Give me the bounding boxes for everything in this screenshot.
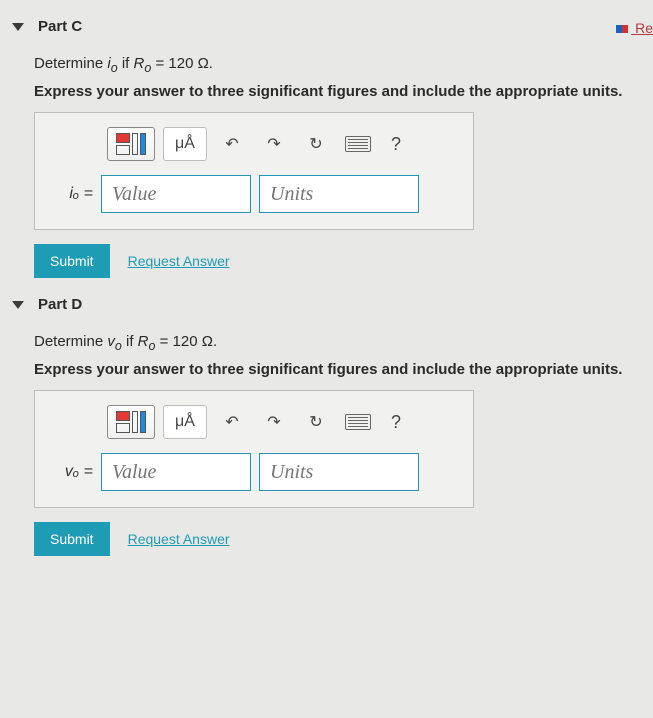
part-c-instruction: Express your answer to three significant… [34,83,653,100]
reset-icon[interactable]: ↻ [299,127,333,161]
units-menu-button[interactable]: μÅ [163,127,207,161]
part-c-toolbar: μÅ ↶ ↷ ↻ ? [107,127,459,161]
flag-icon [616,25,628,33]
templates-button[interactable] [107,127,155,161]
part-d-prompt: Determine vo if Ro = 120 Ω. [34,333,653,353]
part-c-var-label: iₒ = [49,185,93,203]
part-d: Part D Determine vo if Ro = 120 Ω. Expre… [0,296,653,556]
part-c-body: Determine io if Ro = 120 Ω. Express your… [12,55,653,278]
submit-button[interactable]: Submit [34,522,110,556]
part-d-input-row: vₒ = [49,453,459,491]
part-d-var-label: vₒ = [49,463,93,481]
part-c-title: Part C [38,18,82,35]
request-answer-link[interactable]: Request Answer [128,253,230,269]
value-input[interactable] [101,175,251,213]
chevron-down-icon[interactable] [12,301,24,309]
units-menu-button[interactable]: μÅ [163,405,207,439]
redo-icon[interactable]: ↷ [257,405,291,439]
undo-icon[interactable]: ↶ [215,127,249,161]
help-button[interactable]: ? [391,412,401,433]
redo-icon[interactable]: ↷ [257,127,291,161]
value-input[interactable] [101,453,251,491]
undo-icon[interactable]: ↶ [215,405,249,439]
top-right-link[interactable]: Re [616,20,653,36]
keyboard-icon[interactable] [341,127,375,161]
part-c: Part C Determine io if Ro = 120 Ω. Expre… [0,18,653,278]
part-d-instruction: Express your answer to three significant… [34,361,653,378]
part-d-actions: Submit Request Answer [34,522,653,556]
part-c-answer-box: μÅ ↶ ↷ ↻ ? iₒ = [34,112,474,230]
keyboard-icon[interactable] [341,405,375,439]
units-input[interactable] [259,175,419,213]
top-right-label: Re [635,20,653,36]
part-d-title: Part D [38,296,82,313]
part-c-actions: Submit Request Answer [34,244,653,278]
part-c-input-row: iₒ = [49,175,459,213]
part-d-header: Part D [12,296,653,313]
request-answer-link[interactable]: Request Answer [128,531,230,547]
part-d-toolbar: μÅ ↶ ↷ ↻ ? [107,405,459,439]
templates-button[interactable] [107,405,155,439]
part-c-prompt: Determine io if Ro = 120 Ω. [34,55,653,75]
help-button[interactable]: ? [391,134,401,155]
part-d-answer-box: μÅ ↶ ↷ ↻ ? vₒ = [34,390,474,508]
reset-icon[interactable]: ↻ [299,405,333,439]
chevron-down-icon[interactable] [12,23,24,31]
units-input[interactable] [259,453,419,491]
part-d-body: Determine vo if Ro = 120 Ω. Express your… [12,333,653,556]
part-c-header: Part C [12,18,653,35]
submit-button[interactable]: Submit [34,244,110,278]
